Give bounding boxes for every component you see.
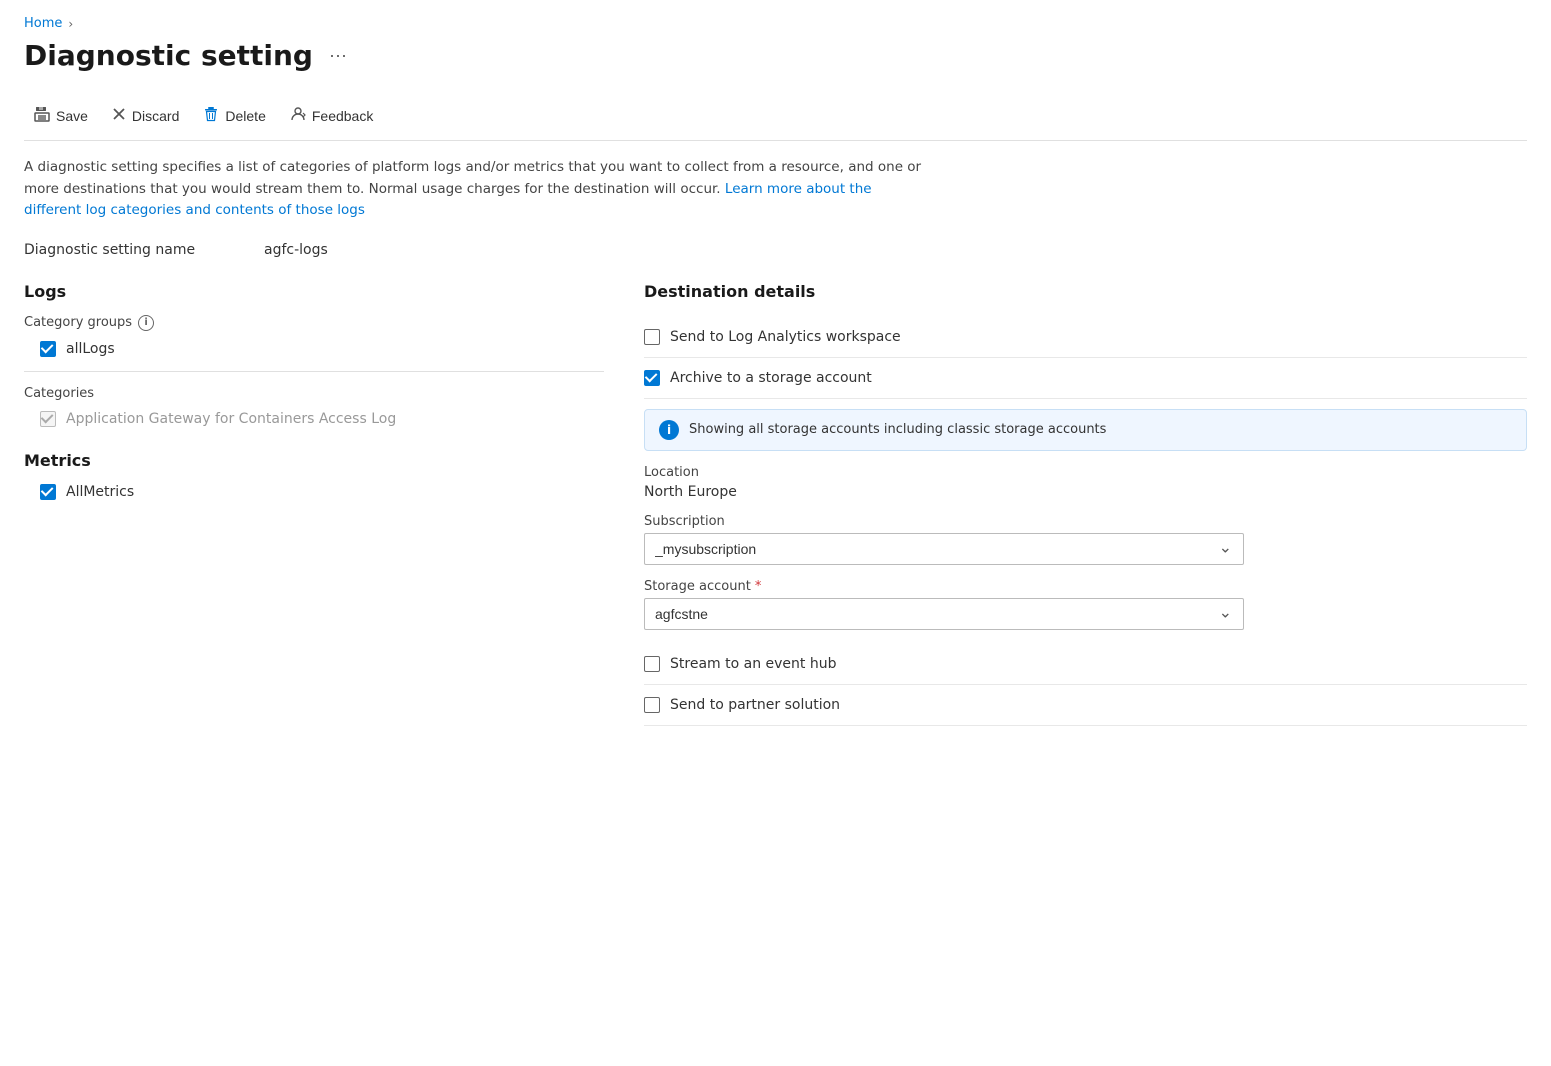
storage-account-label: Archive to a storage account (670, 370, 872, 386)
feedback-icon (290, 106, 306, 126)
access-log-row: Application Gateway for Containers Acces… (40, 411, 604, 427)
allLogs-checkbox[interactable] (40, 341, 56, 357)
setting-name-label: Diagnostic setting name (24, 242, 204, 258)
feedback-label: Feedback (312, 108, 373, 124)
partner-solution-checkbox[interactable] (644, 697, 660, 713)
setting-name-row: Diagnostic setting name agfc-logs (24, 242, 1527, 258)
location-label: Location (644, 465, 1527, 480)
toolbar: Save Discard Delete (24, 92, 1527, 141)
event-hub-label: Stream to an event hub (670, 656, 836, 672)
storage-account-label: Storage account (644, 579, 1527, 594)
subscription-field: Subscription _mysubscription (644, 514, 1527, 565)
breadcrumb-separator: › (68, 17, 73, 31)
breadcrumb-home[interactable]: Home (24, 16, 62, 31)
log-analytics-checkbox[interactable] (644, 329, 660, 345)
subscription-select-wrapper: _mysubscription (644, 533, 1244, 565)
delete-button[interactable]: Delete (193, 100, 275, 132)
save-label: Save (56, 108, 88, 124)
save-icon (34, 106, 50, 126)
location-field: Location North Europe (644, 465, 1527, 500)
discard-icon (112, 107, 126, 125)
feedback-button[interactable]: Feedback (280, 100, 383, 132)
storage-account-checkbox[interactable] (644, 370, 660, 386)
info-banner-text: Showing all storage accounts including c… (689, 422, 1106, 437)
allLogs-label: allLogs (66, 341, 115, 357)
description-block: A diagnostic setting specifies a list of… (24, 157, 924, 222)
metrics-title: Metrics (24, 451, 604, 470)
right-panel: Destination details Send to Log Analytic… (644, 282, 1527, 726)
category-groups-label: Category groups i (24, 315, 604, 331)
info-icon: i (659, 420, 679, 440)
metrics-section: Metrics AllMetrics (24, 451, 604, 500)
log-analytics-row: Send to Log Analytics workspace (644, 317, 1527, 358)
page-title: Diagnostic setting (24, 39, 313, 72)
categories-subsection: Categories Application Gateway for Conta… (24, 386, 604, 427)
access-log-checkbox (40, 411, 56, 427)
logs-section: Logs Category groups i allLogs (24, 282, 604, 427)
category-groups-subsection: Category groups i allLogs (24, 315, 604, 357)
category-groups-info-icon[interactable]: i (138, 315, 154, 331)
storage-account-field: Storage account agfcstne (644, 579, 1527, 630)
allMetrics-label: AllMetrics (66, 484, 134, 500)
delete-label: Delete (225, 108, 265, 124)
allLogs-row: allLogs (40, 341, 604, 357)
storage-info-banner: i Showing all storage accounts including… (644, 409, 1527, 451)
discard-button[interactable]: Discard (102, 101, 189, 131)
storage-account-row: Archive to a storage account (644, 358, 1527, 399)
storage-account-select[interactable]: agfcstne (644, 598, 1244, 630)
main-content: Logs Category groups i allLogs (24, 282, 1527, 726)
save-button[interactable]: Save (24, 100, 98, 132)
log-analytics-label: Send to Log Analytics workspace (670, 329, 901, 345)
left-panel: Logs Category groups i allLogs (24, 282, 644, 726)
categories-divider (24, 371, 604, 372)
ellipsis-button[interactable]: ··· (323, 43, 353, 68)
breadcrumb: Home › (24, 16, 1527, 31)
allMetrics-row: AllMetrics (40, 484, 604, 500)
allMetrics-checkbox[interactable] (40, 484, 56, 500)
event-hub-checkbox[interactable] (644, 656, 660, 672)
event-hub-row: Stream to an event hub (644, 644, 1527, 685)
access-log-label: Application Gateway for Containers Acces… (66, 411, 396, 427)
categories-label: Categories (24, 386, 604, 401)
location-value: North Europe (644, 484, 1527, 500)
subscription-label: Subscription (644, 514, 1527, 529)
logs-title: Logs (24, 282, 604, 301)
subscription-select[interactable]: _mysubscription (644, 533, 1244, 565)
storage-account-select-wrapper: agfcstne (644, 598, 1244, 630)
partner-solution-label: Send to partner solution (670, 697, 840, 713)
page-title-row: Diagnostic setting ··· (24, 39, 1527, 72)
discard-label: Discard (132, 108, 179, 124)
destination-title: Destination details (644, 282, 1527, 301)
setting-name-value: agfc-logs (264, 242, 328, 258)
delete-icon (203, 106, 219, 126)
partner-solution-row: Send to partner solution (644, 685, 1527, 726)
